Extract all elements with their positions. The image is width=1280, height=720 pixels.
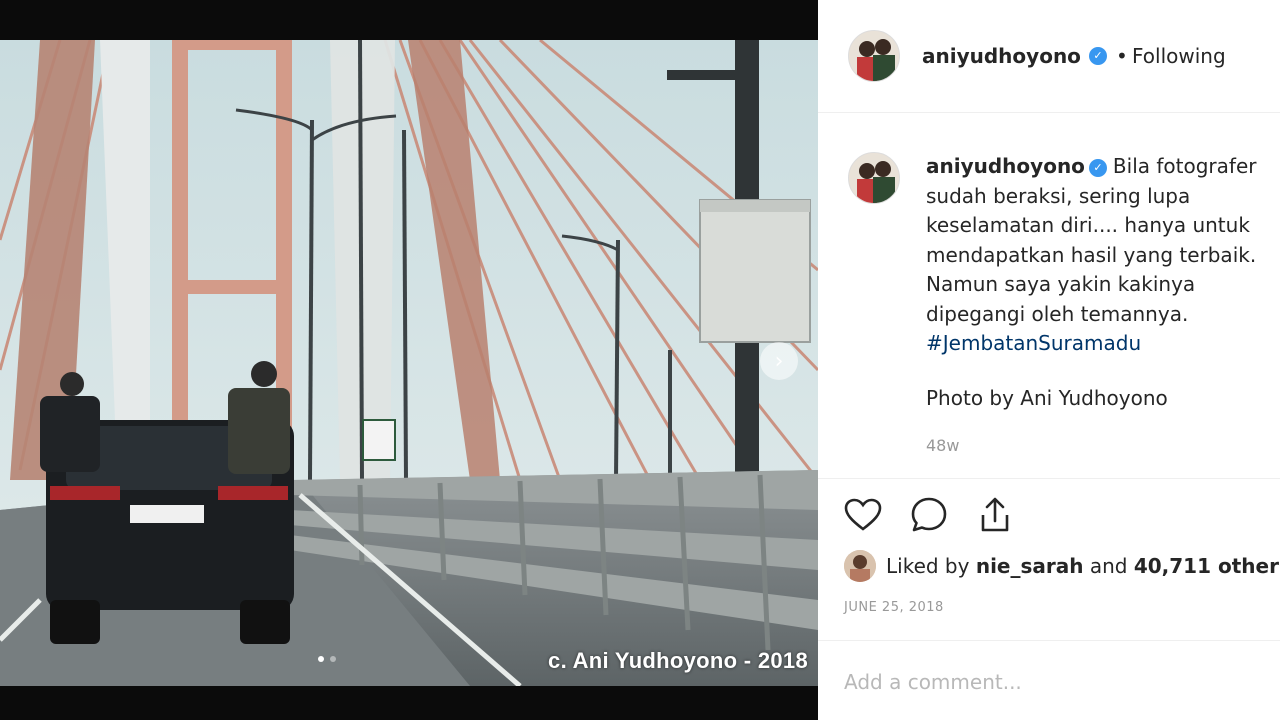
post-date[interactable]: JUNE 25, 2018 [844, 600, 944, 615]
liker-avatar[interactable] [844, 550, 876, 582]
verified-badge-icon: ✓ [1089, 47, 1107, 65]
post-caption: aniyudhoyono ✓ Bila fotografer sudah berak… [926, 152, 1276, 359]
carousel-indicator [318, 656, 336, 662]
likes-count[interactable]: 40,711 others [1134, 554, 1280, 578]
caption-line: mendapatkan hasil yang terbaik. [926, 242, 1257, 267]
likes-prefix: Liked by [886, 554, 976, 578]
caption-line: sudah beraksi, sering lupa [926, 183, 1191, 208]
likes-summary: Liked by nie_sarah and 40,711 others [844, 550, 1280, 582]
image-bottom-bar [0, 686, 818, 720]
image-top-bar [0, 0, 818, 40]
share-icon[interactable] [974, 494, 1016, 536]
chevron-right-icon[interactable]: › [760, 342, 798, 380]
post-age[interactable]: 48w [926, 436, 959, 455]
follow-status-button[interactable]: Following [1132, 44, 1226, 68]
caption-line: Bila fotografer [1112, 154, 1257, 178]
separator: • [1116, 44, 1128, 68]
avatar[interactable] [848, 30, 900, 82]
action-bar [842, 494, 1016, 540]
photo-credit: Photo by Ani Yudhoyono [926, 386, 1168, 410]
post-side-panel: aniyudhoyono ✓ • Following aniyudhoyono ✓… [818, 0, 1280, 720]
comment-input[interactable]: Add a comment... [844, 670, 1022, 694]
comment-icon[interactable] [908, 494, 950, 536]
header-username[interactable]: aniyudhoyono [922, 44, 1081, 68]
caption-username[interactable]: aniyudhoyono [926, 154, 1085, 178]
hashtag-link[interactable]: #JembatanSuramadu [926, 329, 1276, 359]
caption-line: Namun saya yakin kakinya [926, 272, 1196, 296]
caption-line: keselamatan diri.... hanya untuk [926, 213, 1250, 237]
carousel-dot [318, 656, 324, 662]
likes-middle: and [1083, 554, 1134, 578]
caption-line: dipegangi oleh temannya. [926, 301, 1189, 326]
post-header: aniyudhoyono ✓ • Following [818, 0, 1280, 113]
post-photo[interactable]: › c. Ani Yudhoyono - 2018 [0, 40, 818, 686]
divider [818, 478, 1280, 479]
heart-icon[interactable] [842, 494, 884, 536]
divider [818, 640, 1280, 641]
liker-username[interactable]: nie_sarah [976, 554, 1084, 578]
avatar[interactable] [848, 152, 900, 204]
photo-watermark: c. Ani Yudhoyono - 2018 [548, 648, 808, 673]
verified-badge-icon: ✓ [1088, 158, 1107, 177]
carousel-dot [330, 656, 336, 662]
